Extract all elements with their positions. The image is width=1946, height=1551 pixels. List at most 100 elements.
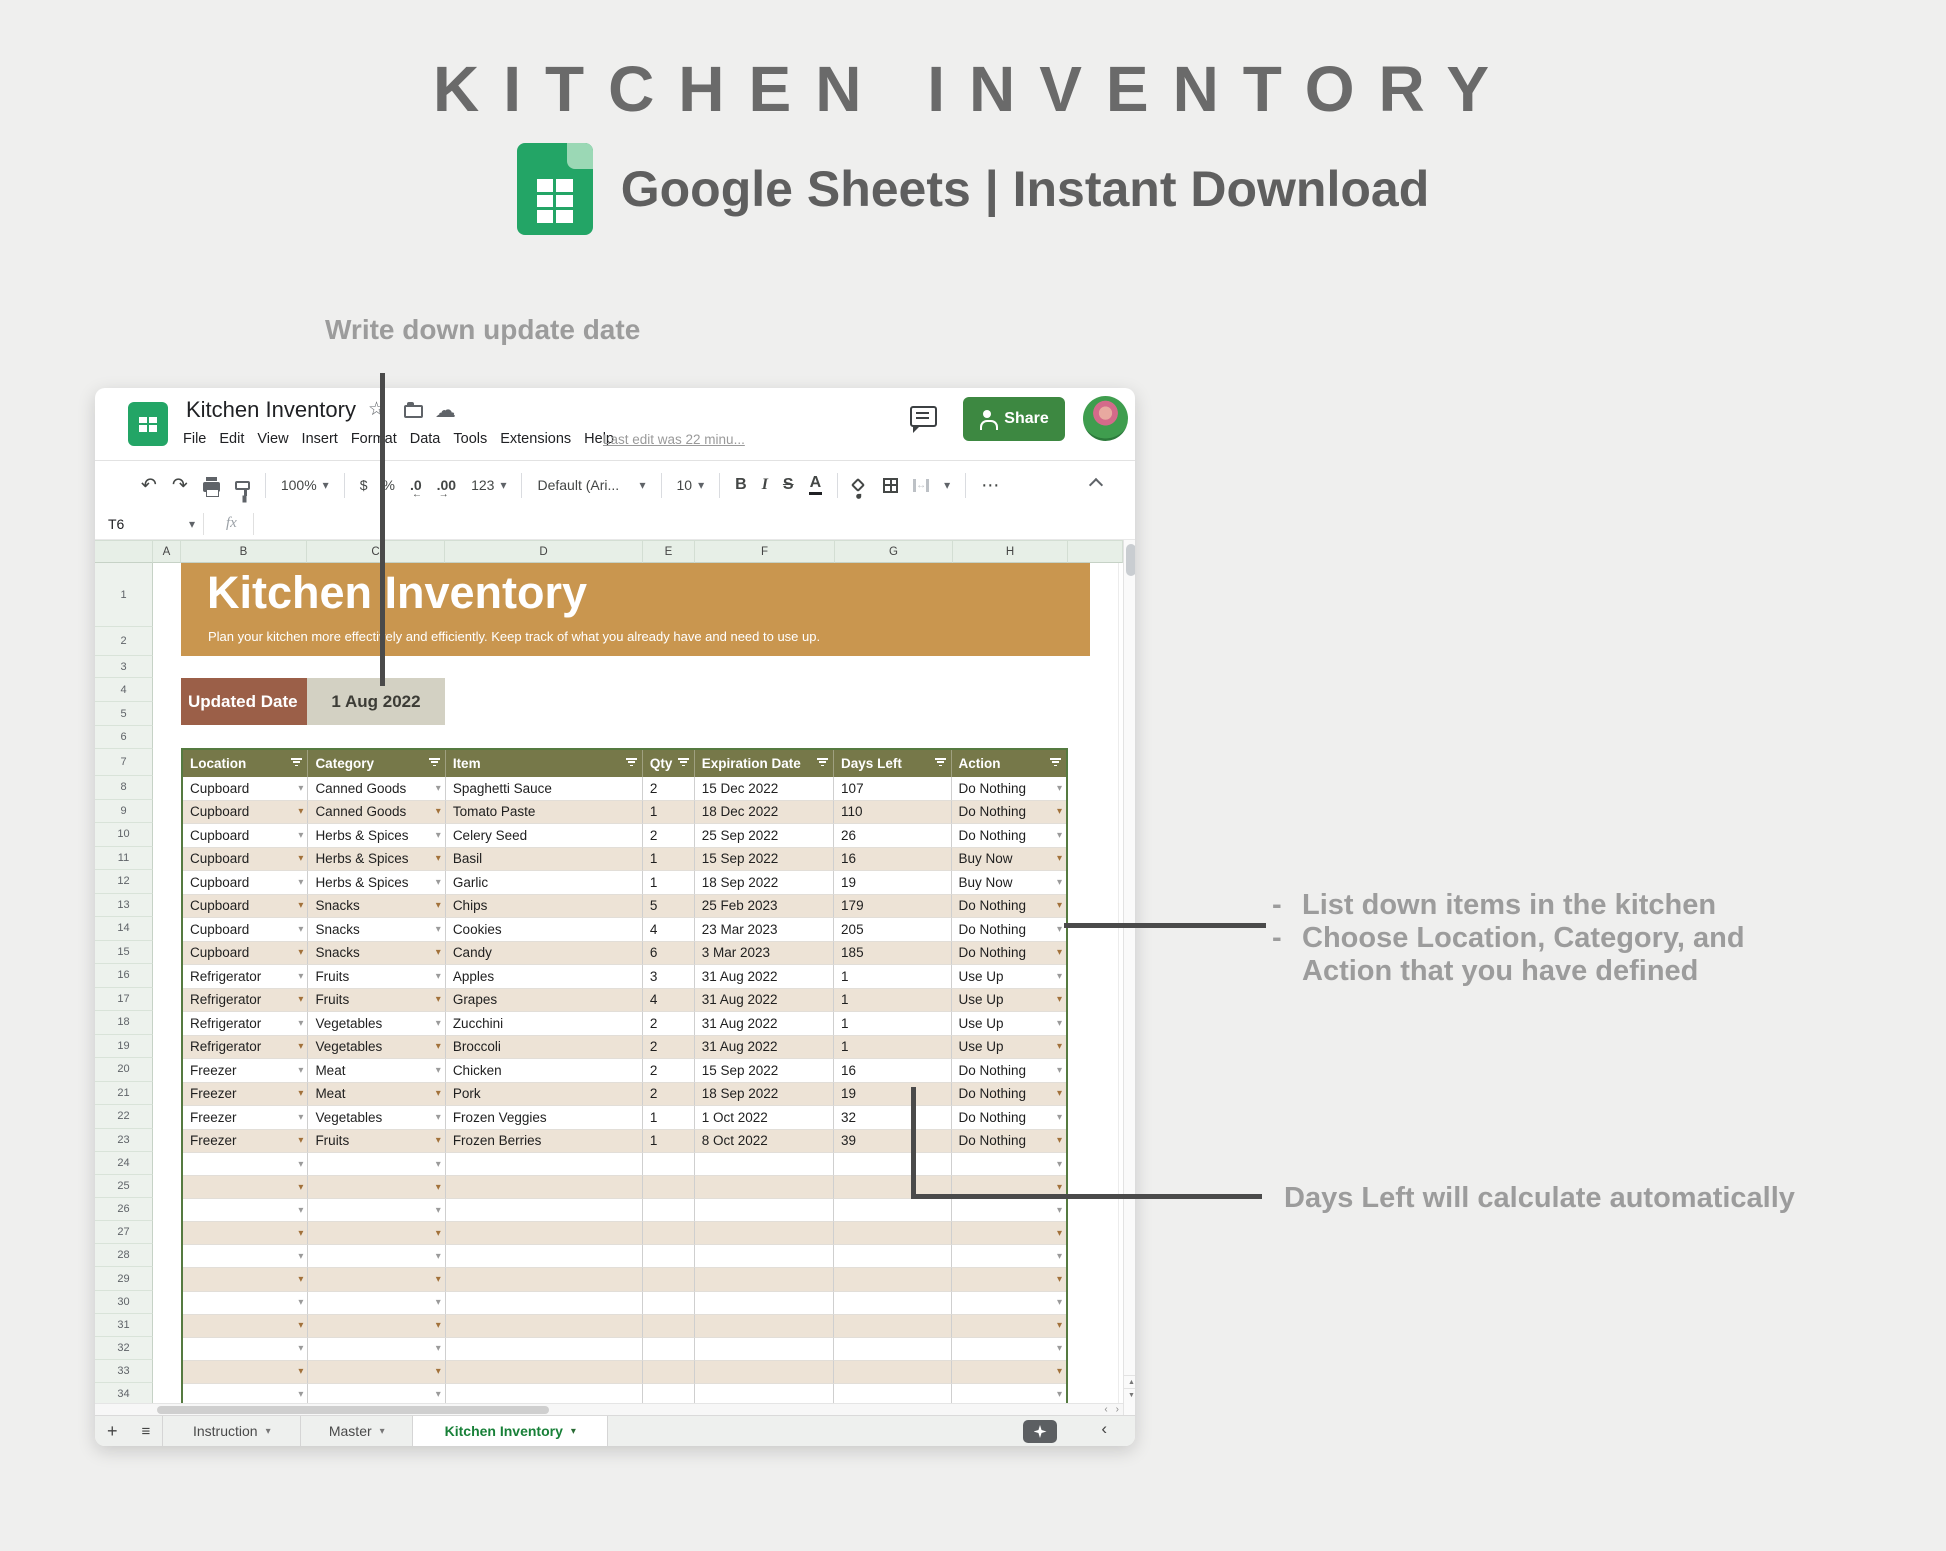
cell[interactable]: Meat▾ (308, 1083, 445, 1107)
cell[interactable]: 15 Sep 2022 (695, 1059, 834, 1083)
tab-instruction[interactable]: Instruction▾ (162, 1416, 300, 1446)
cell[interactable]: 18 Dec 2022 (695, 801, 834, 825)
row-number[interactable]: 25 (95, 1175, 153, 1198)
row-number[interactable]: 11 (95, 847, 153, 871)
menu-item-extensions[interactable]: Extensions (500, 431, 571, 447)
cell[interactable]: ▾ (952, 1222, 1066, 1245)
dropdown-arrow-icon[interactable]: ▾ (436, 830, 441, 841)
cell[interactable]: Garlic (446, 871, 643, 895)
cell[interactable] (834, 1292, 951, 1315)
cell[interactable]: 8 Oct 2022 (695, 1130, 834, 1154)
row-number[interactable]: 12 (95, 870, 153, 894)
merge-cells-icon[interactable]: ↔ (913, 479, 929, 492)
paint-format-icon[interactable] (235, 481, 250, 490)
vertical-scrollbar[interactable]: ▲ ▼ (1123, 540, 1135, 1415)
cell[interactable]: 16 (834, 1059, 951, 1083)
row-number[interactable]: 17 (95, 988, 153, 1012)
cell[interactable]: Vegetables▾ (308, 1106, 445, 1130)
cell[interactable]: ▾ (308, 1292, 445, 1315)
dropdown-arrow-icon[interactable]: ▾ (298, 1205, 303, 1216)
column-header-F[interactable]: F (695, 540, 835, 563)
menu-item-edit[interactable]: Edit (219, 431, 244, 447)
row-number[interactable]: 29 (95, 1267, 153, 1290)
dropdown-arrow-icon[interactable]: ▾ (298, 853, 303, 864)
dropdown-arrow-icon[interactable]: ▾ (1057, 783, 1062, 794)
cell[interactable]: 107 (834, 777, 951, 801)
cell[interactable]: 31 Aug 2022 (695, 1012, 834, 1036)
cell[interactable]: ▾ (183, 1199, 308, 1222)
cell[interactable]: 19 (834, 871, 951, 895)
dropdown-arrow-icon[interactable]: ▾ (1057, 947, 1062, 958)
cell[interactable]: 1 (834, 1036, 951, 1060)
cell[interactable]: 15 Sep 2022 (695, 848, 834, 872)
column-header-filler[interactable] (1068, 540, 1123, 563)
cell[interactable]: 1 (643, 871, 695, 895)
filter-icon[interactable] (935, 758, 946, 766)
cell[interactable] (695, 1338, 834, 1361)
cell[interactable]: Cupboard▾ (183, 801, 308, 825)
cell[interactable]: Buy Now▾ (952, 848, 1066, 872)
name-box[interactable]: T6 ▾ (95, 516, 203, 532)
cell[interactable]: Do Nothing▾ (952, 1083, 1066, 1107)
row-number[interactable]: 7 (95, 749, 153, 776)
cell[interactable]: Refrigerator▾ (183, 1036, 308, 1060)
cell[interactable]: Apples (446, 965, 643, 989)
dropdown-arrow-icon[interactable]: ▾ (298, 1251, 303, 1262)
cell[interactable]: Cupboard▾ (183, 942, 308, 966)
cell[interactable] (834, 1361, 951, 1384)
dropdown-arrow-icon[interactable]: ▾ (1057, 900, 1062, 911)
print-icon[interactable] (203, 482, 220, 492)
number-format-button[interactable]: 123 ▾ (471, 477, 506, 493)
dropdown-arrow-icon[interactable]: ▾ (436, 877, 441, 888)
horizontal-scroll-thumb[interactable] (157, 1406, 549, 1414)
cell[interactable] (446, 1153, 643, 1176)
column-header-G[interactable]: G (835, 540, 953, 563)
cell[interactable]: 2 (643, 1059, 695, 1083)
cell[interactable] (446, 1199, 643, 1222)
dropdown-arrow-icon[interactable]: ▾ (298, 806, 303, 817)
dropdown-arrow-icon[interactable]: ▾ (1057, 1251, 1062, 1262)
cell[interactable]: Freezer▾ (183, 1083, 308, 1107)
cell[interactable]: ▾ (952, 1384, 1066, 1403)
cell[interactable]: 1 Oct 2022 (695, 1106, 834, 1130)
row-number[interactable]: 22 (95, 1105, 153, 1129)
cell[interactable]: 179 (834, 895, 951, 919)
dropdown-arrow-icon[interactable]: ▾ (436, 1343, 441, 1354)
filter-icon[interactable] (626, 758, 637, 766)
dropdown-arrow-icon[interactable]: ▾ (298, 1366, 303, 1377)
dropdown-arrow-icon[interactable]: ▾ (436, 1297, 441, 1308)
filter-icon[interactable] (678, 758, 689, 766)
cell[interactable] (695, 1199, 834, 1222)
comment-icon[interactable] (910, 406, 937, 427)
cell[interactable]: Freezer▾ (183, 1059, 308, 1083)
cell[interactable] (446, 1222, 643, 1245)
cell[interactable]: Chips (446, 895, 643, 919)
strikethrough-button[interactable]: S (783, 476, 794, 494)
cell[interactable]: 19 (834, 1083, 951, 1107)
column-header-B[interactable]: B (181, 540, 307, 563)
scroll-down-icon[interactable]: ▼ (1124, 1388, 1135, 1401)
cell[interactable] (695, 1384, 834, 1403)
dropdown-arrow-icon[interactable]: ▾ (1057, 877, 1062, 888)
dropdown-arrow-icon[interactable]: ▾ (1057, 1159, 1062, 1170)
dropdown-arrow-icon[interactable]: ▾ (1057, 1182, 1062, 1193)
cell[interactable] (695, 1361, 834, 1384)
cell[interactable]: 16 (834, 848, 951, 872)
cell[interactable]: 1 (834, 965, 951, 989)
cell[interactable]: Vegetables▾ (308, 1012, 445, 1036)
dropdown-arrow-icon[interactable]: ▾ (436, 994, 441, 1005)
cell[interactable]: Buy Now▾ (952, 871, 1066, 895)
dropdown-arrow-icon[interactable]: ▾ (298, 1228, 303, 1239)
row-number[interactable]: 33 (95, 1360, 153, 1383)
dropdown-arrow-icon[interactable]: ▾ (436, 806, 441, 817)
row-number[interactable]: 27 (95, 1221, 153, 1244)
menu-item-insert[interactable]: Insert (302, 431, 338, 447)
cell[interactable]: Use Up▾ (952, 1036, 1066, 1060)
row-number[interactable]: 18 (95, 1011, 153, 1035)
explore-button[interactable] (1023, 1420, 1057, 1443)
cell[interactable] (643, 1338, 695, 1361)
table-header-qty[interactable]: Qty (643, 750, 695, 777)
vertical-scroll-arrows[interactable]: ▲ ▼ (1124, 1375, 1135, 1401)
cell[interactable]: ▾ (183, 1268, 308, 1291)
cell[interactable]: 110 (834, 801, 951, 825)
